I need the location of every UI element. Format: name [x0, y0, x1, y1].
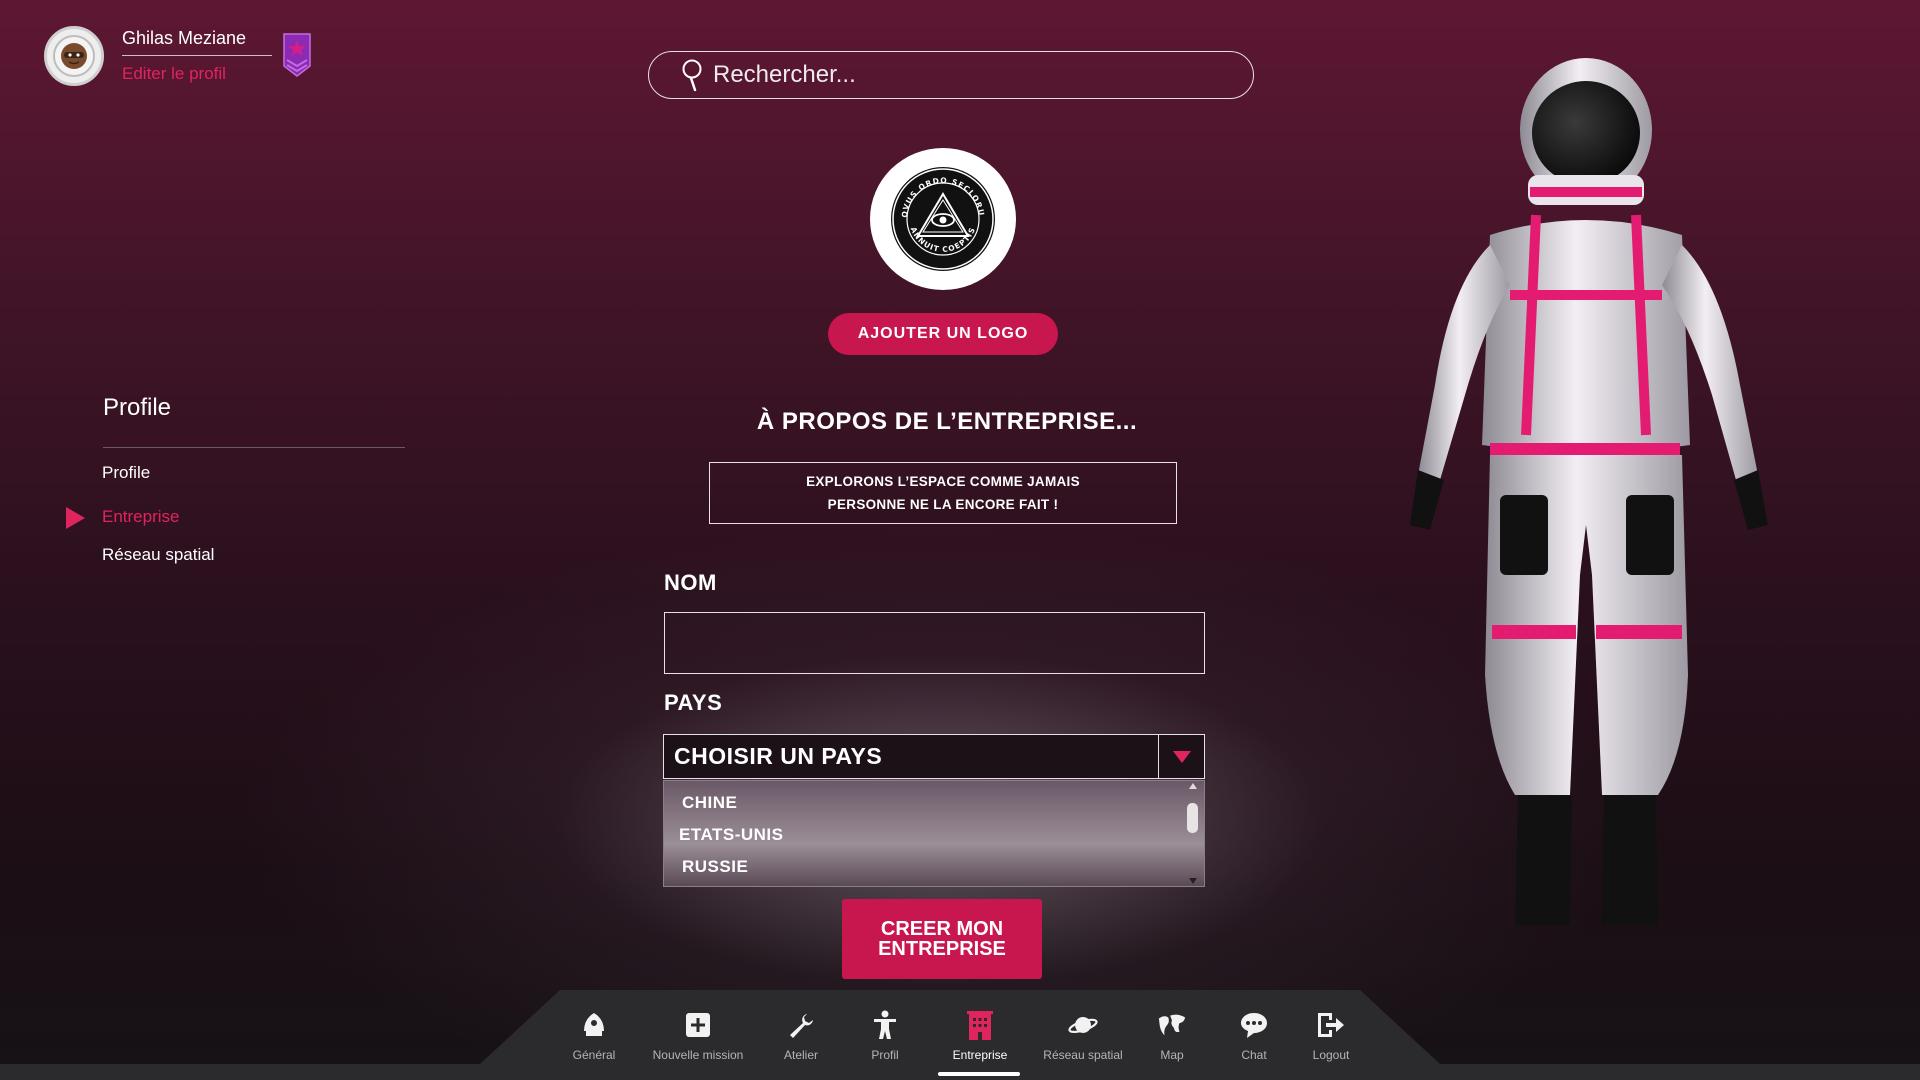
avatar[interactable]: [44, 26, 104, 86]
country-select-value: CHOISIR UN PAYS: [674, 743, 883, 769]
nav-item-profil[interactable]: Profil: [835, 1010, 935, 1062]
sidebar-divider: [103, 447, 405, 448]
active-tab-underline: [938, 1072, 1020, 1076]
user-name: Ghilas Meziane: [122, 28, 272, 56]
nav-label: Profil: [871, 1048, 899, 1062]
search-bar[interactable]: [648, 51, 1254, 99]
astronaut-avatar-icon: [53, 35, 95, 77]
scroll-thumb[interactable]: [1187, 803, 1198, 833]
nav-item-nouvelle-mission[interactable]: Nouvelle mission: [648, 1010, 748, 1062]
nav-label: Chat: [1241, 1048, 1267, 1062]
logout-icon: [1316, 1010, 1346, 1040]
nav-label: Logout: [1312, 1048, 1350, 1062]
about-company-title: À PROPOS DE L’ENTREPRISE...: [756, 408, 1138, 435]
rank-badge-icon: [282, 32, 312, 83]
create-company-button[interactable]: CREER MON ENTREPRISE: [842, 899, 1042, 979]
nav-label: Nouvelle mission: [652, 1048, 744, 1062]
planet-icon: [1068, 1010, 1098, 1040]
chevron-down-icon: [1172, 750, 1191, 763]
sidebar-item-profile[interactable]: Profile: [102, 463, 150, 483]
plus-square-icon: [683, 1010, 713, 1040]
country-options-list[interactable]: CHINE ETATS-UNIS RUSSIE: [663, 780, 1205, 887]
nav-item-entreprise[interactable]: Entreprise: [930, 1010, 1030, 1062]
company-name-input[interactable]: [664, 612, 1205, 674]
eye-seal-logo-icon: NOVUS ORDO SECLORUM ANNUIT COEPTIS: [888, 164, 995, 271]
nav-label: Atelier: [783, 1048, 818, 1062]
scroll-down-icon[interactable]: [1189, 878, 1197, 884]
nav-label: Réseau spatial: [1043, 1048, 1123, 1062]
country-option-chine[interactable]: CHINE: [682, 793, 737, 813]
user-profile: Ghilas Meziane Editer le profil: [44, 26, 312, 86]
nav-item-logout[interactable]: Logout: [1281, 1010, 1381, 1062]
sidebar-item-entreprise[interactable]: Entreprise: [102, 507, 179, 527]
nav-item-general[interactable]: Général: [544, 1010, 644, 1062]
sidebar-title: Profile: [103, 394, 172, 421]
building-icon: [965, 1010, 995, 1040]
sidebar-item-reseau-spatial[interactable]: Réseau spatial: [102, 545, 214, 565]
country-option-etats-unis[interactable]: ETATS-UNIS: [679, 825, 783, 845]
chat-icon: [1239, 1010, 1269, 1040]
active-indicator-arrow-icon: [66, 507, 85, 529]
astronaut-figure-image: [1410, 58, 1768, 925]
search-icon: [682, 59, 702, 92]
options-scrollbar[interactable]: [1186, 783, 1200, 884]
nav-label: Map: [1160, 1048, 1184, 1062]
rocket-icon: [579, 1010, 609, 1040]
nav-label: Général: [572, 1048, 616, 1062]
scroll-up-icon[interactable]: [1189, 783, 1197, 789]
edit-profile-link[interactable]: Editer le profil: [122, 64, 272, 84]
country-select[interactable]: CHOISIR UN PAYS: [663, 734, 1205, 779]
nav-item-reseau-spatial[interactable]: Réseau spatial: [1033, 1010, 1133, 1062]
country-option-russie[interactable]: RUSSIE: [682, 857, 748, 877]
wrench-icon: [786, 1010, 816, 1040]
search-input[interactable]: [713, 61, 1193, 89]
person-icon: [870, 1010, 900, 1040]
country-select-toggle[interactable]: [1158, 735, 1204, 778]
map-icon: [1157, 1010, 1187, 1040]
company-slogan[interactable]: EXPLORONS L’ESPACE COMME JAMAIS PERSONNE…: [709, 462, 1177, 524]
add-logo-button[interactable]: AJOUTER UN LOGO: [828, 313, 1058, 355]
country-label: PAYS: [664, 690, 723, 715]
name-label: NOM: [664, 570, 717, 595]
nav-label: Entreprise: [952, 1048, 1008, 1062]
company-logo[interactable]: NOVUS ORDO SECLORUM ANNUIT COEPTIS: [870, 148, 1016, 290]
